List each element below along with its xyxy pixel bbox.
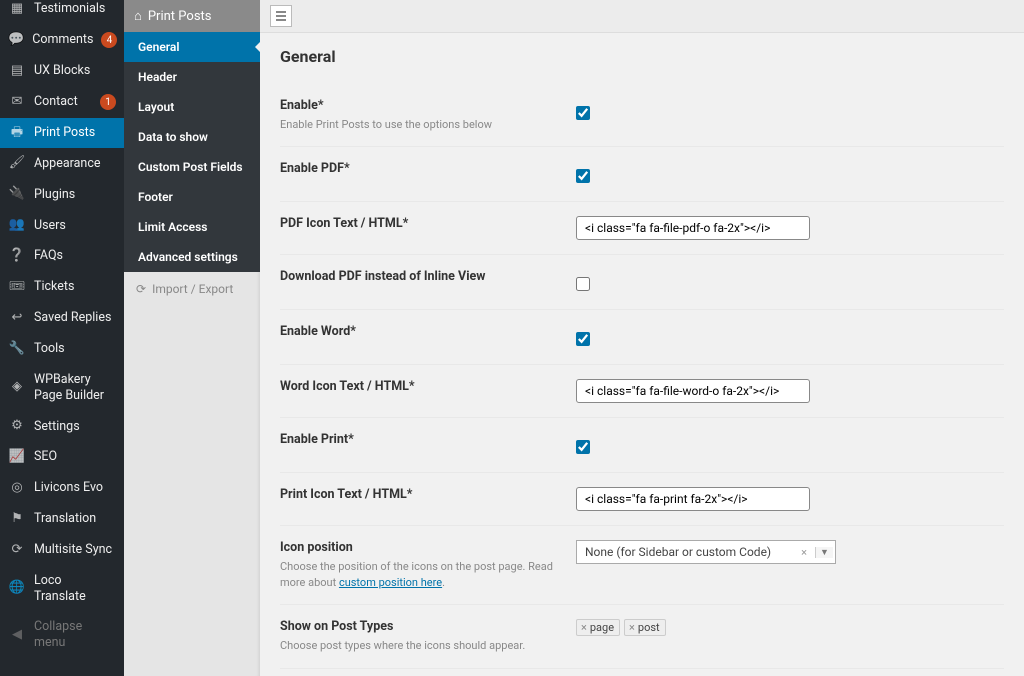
- tab-layout[interactable]: Layout: [124, 92, 260, 122]
- post-types-label: Show on Post Types: [280, 619, 556, 634]
- nav-wpbakery-page-builder[interactable]: ◈WPBakery Page Builder: [0, 365, 124, 412]
- sync-icon: ⟳: [136, 282, 146, 296]
- tab-footer[interactable]: Footer: [124, 182, 260, 212]
- bakery-icon: ◈: [8, 379, 26, 396]
- nav-collapse-menu[interactable]: ◀Collapse menu: [0, 612, 124, 659]
- wrench-icon: 🔧: [8, 341, 26, 358]
- toolbar: [260, 0, 1024, 33]
- custom-position-link[interactable]: custom position here: [339, 576, 442, 589]
- remove-tag-icon[interactable]: ×: [629, 621, 635, 634]
- post-types-desc: Choose post types where the icons should…: [280, 638, 556, 653]
- enable-print-checkbox[interactable]: [576, 440, 590, 454]
- nav-testimonials[interactable]: ▦Testimonials: [0, 0, 124, 25]
- gear-icon: ⚙: [8, 418, 26, 435]
- download-pdf-label: Download PDF instead of Inline View: [280, 269, 556, 284]
- users-icon: 👥: [8, 217, 26, 234]
- tag-page[interactable]: ×page: [576, 619, 620, 636]
- icon-position-desc: Choose the position of the icons on the …: [280, 559, 556, 590]
- enable-word-checkbox[interactable]: [576, 332, 590, 346]
- section-title: General: [280, 47, 1004, 66]
- mail-icon: ✉: [8, 94, 26, 111]
- enable-checkbox[interactable]: [576, 106, 590, 120]
- nav-print-posts[interactable]: 🖶Print Posts: [0, 118, 124, 149]
- import-export[interactable]: ⟳ Import / Export: [124, 272, 260, 306]
- brush-icon: 🖌: [8, 155, 26, 172]
- nav-settings[interactable]: ⚙Settings: [0, 411, 124, 442]
- loco-icon: 🌐: [8, 580, 26, 597]
- pdf-icon-input[interactable]: [576, 216, 810, 240]
- icon-position-select[interactable]: None (for Sidebar or custom Code) × ▼: [576, 540, 836, 564]
- enable-desc: Enable Print Posts to use the options be…: [280, 117, 556, 132]
- tab-custom-post-fields[interactable]: Custom Post Fields: [124, 152, 260, 182]
- nav-livicons-evo[interactable]: ◎Livicons Evo: [0, 473, 124, 504]
- tag-post[interactable]: ×post: [624, 619, 666, 636]
- icon-position-label: Icon position: [280, 540, 556, 555]
- subnav-title: ⌂ Print Posts: [124, 0, 260, 32]
- tab-header[interactable]: Header: [124, 62, 260, 92]
- tab-data-to-show[interactable]: Data to show: [124, 122, 260, 152]
- main-content: General Enable* Enable Print Posts to us…: [260, 0, 1024, 676]
- nav-appearance[interactable]: 🖌Appearance: [0, 148, 124, 179]
- tab-limit-access[interactable]: Limit Access: [124, 212, 260, 242]
- nav-faqs[interactable]: ❔FAQs: [0, 241, 124, 272]
- enable-label: Enable*: [280, 98, 556, 113]
- badge: 4: [101, 32, 117, 48]
- print-icon-label: Print Icon Text / HTML*: [280, 487, 556, 502]
- nav-translation[interactable]: ⚑Translation: [0, 504, 124, 535]
- nav-ux-blocks[interactable]: ▤UX Blocks: [0, 56, 124, 87]
- grid-icon: ▦: [8, 1, 26, 18]
- expand-all-button[interactable]: [270, 5, 292, 27]
- nav-tickets[interactable]: 🎟Tickets: [0, 272, 124, 303]
- sync-icon: ⟳: [8, 542, 26, 559]
- collapse-icon: ◀: [8, 627, 26, 644]
- reply-icon: ↩: [8, 310, 26, 327]
- enable-pdf-label: Enable PDF*: [280, 161, 556, 176]
- home-icon: ⌂: [134, 8, 142, 24]
- word-icon-input[interactable]: [576, 379, 810, 403]
- nav-saved-replies[interactable]: ↩Saved Replies: [0, 303, 124, 334]
- remove-tag-icon[interactable]: ×: [581, 621, 587, 634]
- pdf-icon-label: PDF Icon Text / HTML*: [280, 216, 556, 231]
- plug-icon: 🔌: [8, 186, 26, 203]
- comment-icon: 💬: [8, 32, 24, 49]
- badge: 1: [100, 94, 116, 110]
- nav-loco-translate[interactable]: 🌐Loco Translate: [0, 566, 124, 613]
- nav-users[interactable]: 👥Users: [0, 210, 124, 241]
- blocks-icon: ▤: [8, 63, 26, 80]
- nav-tools[interactable]: 🔧Tools: [0, 334, 124, 365]
- nav-seo[interactable]: 📈SEO: [0, 442, 124, 473]
- wp-admin-sidebar: ▦Testimonials💬Comments4▤UX Blocks✉Contac…: [0, 0, 124, 676]
- enable-print-label: Enable Print*: [280, 432, 556, 447]
- print-icon-input[interactable]: [576, 487, 810, 511]
- nav-plugins[interactable]: 🔌Plugins: [0, 179, 124, 210]
- ticket-icon: 🎟: [8, 279, 26, 296]
- nav-comments[interactable]: 💬Comments4: [0, 25, 124, 56]
- liv-icon: ◎: [8, 480, 26, 497]
- download-pdf-checkbox[interactable]: [576, 277, 590, 291]
- faq-icon: ❔: [8, 248, 26, 265]
- nav-contact[interactable]: ✉Contact1: [0, 87, 124, 118]
- flag-icon: ⚑: [8, 511, 26, 528]
- plugin-subnav: ⌂ Print Posts GeneralHeaderLayoutData to…: [124, 0, 260, 676]
- print-icon: 🖶: [8, 125, 26, 142]
- chevron-down-icon[interactable]: ▼: [815, 547, 833, 558]
- tab-general[interactable]: General: [124, 32, 260, 62]
- clear-icon[interactable]: ×: [797, 546, 811, 559]
- enable-word-label: Enable Word*: [280, 324, 556, 339]
- seo-icon: 📈: [8, 449, 26, 466]
- nav-multisite-sync[interactable]: ⟳Multisite Sync: [0, 535, 124, 566]
- tab-advanced-settings[interactable]: Advanced settings: [124, 242, 260, 272]
- enable-pdf-checkbox[interactable]: [576, 169, 590, 183]
- post-types-select[interactable]: ×page×post: [576, 619, 666, 636]
- word-icon-label: Word Icon Text / HTML*: [280, 379, 556, 394]
